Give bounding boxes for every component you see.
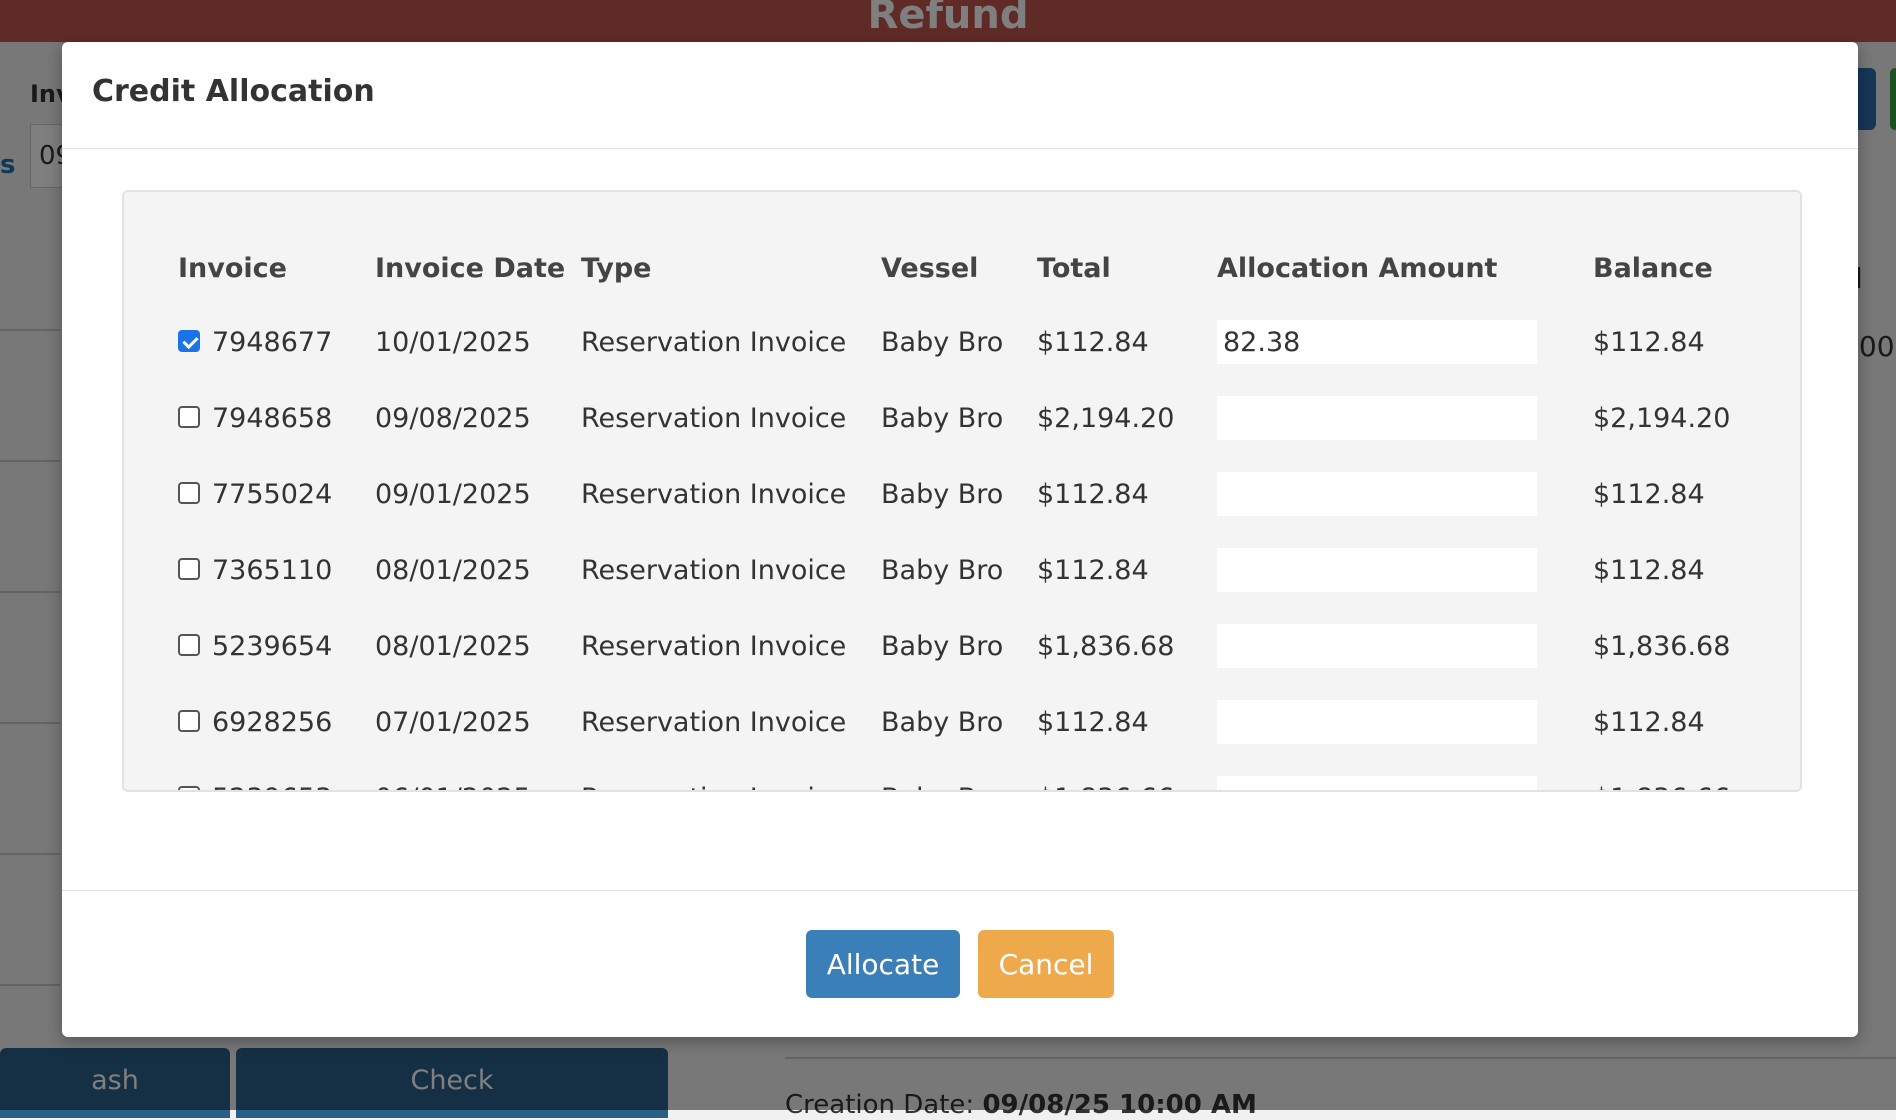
invoice-total: $1,836.66 — [1037, 760, 1217, 791]
allocation-amount-input[interactable] — [1217, 548, 1537, 592]
row-checkbox[interactable] — [178, 406, 200, 428]
invoice-number: 5239654 — [212, 630, 333, 662]
vessel-name: Baby Bro — [881, 478, 1004, 510]
invoice-total: $112.84 — [1037, 478, 1149, 510]
allocation-amount-input[interactable] — [1217, 472, 1537, 516]
invoice-total: $2,194.20 — [1037, 402, 1175, 434]
invoice-type: Reservation Invoice — [581, 760, 881, 791]
allocate-button[interactable]: Allocate — [806, 930, 960, 998]
vessel-name: Baby Bro — [881, 326, 1004, 358]
invoice-date: 08/01/2025 — [375, 630, 531, 662]
invoice-type: Reservation Invoice — [581, 706, 847, 738]
vessel-name: Baby Bro — [881, 554, 1004, 586]
invoice-total: $112.84 — [1037, 326, 1149, 358]
invoice-balance: $2,194.20 — [1593, 402, 1731, 434]
invoice-total: $1,836.68 — [1037, 630, 1175, 662]
row-checkbox[interactable] — [178, 710, 200, 732]
invoice-cell: 7948677 — [178, 304, 375, 380]
invoice-date: 08/01/2025 — [375, 554, 531, 586]
table-row: 6928256 07/01/2025 Reservation Invoice Baby… — [178, 684, 1753, 760]
vessel-name: Baby Bro — [881, 630, 1004, 662]
invoice-number: 5239653 — [212, 783, 332, 791]
row-checkbox[interactable] — [178, 482, 200, 504]
row-checkbox[interactable] — [178, 786, 200, 790]
invoice-cell: 6928256 — [178, 684, 375, 760]
vessel-name: Baby Bro — [881, 760, 1037, 791]
allocation-cell — [1217, 304, 1593, 380]
invoice-number: 7365110 — [212, 554, 333, 586]
invoice-type: Reservation Invoice — [581, 402, 847, 434]
invoice-balance: $112.84 — [1593, 478, 1705, 510]
invoice-date: 09/01/2025 — [375, 478, 531, 510]
invoice-type: Reservation Invoice — [581, 478, 847, 510]
invoice-balance: $112.84 — [1593, 326, 1705, 358]
allocation-cell — [1217, 608, 1593, 684]
row-checkbox[interactable] — [178, 634, 200, 656]
table-row: 7755024 09/01/2025 Reservation Invoice Baby… — [178, 456, 1753, 532]
invoice-number: 6928256 — [212, 706, 333, 738]
column-header-invoice: Invoice — [178, 252, 287, 284]
invoice-number: 7948677 — [212, 326, 333, 358]
invoice-type: Reservation Invoice — [581, 554, 847, 586]
vessel-name: Baby Bro — [881, 706, 1004, 738]
table-row: 5239653 06/01/2025Reservation InvoiceBaby… — [178, 760, 1753, 791]
invoice-table-container[interactable]: Invoice Invoice Date Type Vessel Total A… — [122, 190, 1802, 792]
invoice-balance: $112.84 — [1593, 554, 1705, 586]
table-row: 7948658 09/08/2025 Reservation Invoice Baby… — [178, 380, 1753, 456]
invoice-type: Reservation Invoice — [581, 630, 847, 662]
allocation-amount-input[interactable] — [1217, 776, 1537, 790]
column-header-type: Type — [581, 252, 652, 284]
vessel-name: Baby Bro — [881, 402, 1004, 434]
invoice-date: 10/01/2025 — [375, 326, 531, 358]
allocation-amount-input[interactable] — [1217, 320, 1537, 364]
invoice-balance: $112.84 — [1593, 706, 1705, 738]
allocation-amount-input[interactable] — [1217, 624, 1537, 668]
invoice-cell: 7755024 — [178, 456, 375, 532]
divider — [62, 148, 1858, 149]
credit-allocation-modal: Credit Allocation Invoice Invoice Date T… — [62, 42, 1858, 1037]
table-row: 7948677 10/01/2025 Reservation Invoice Baby… — [178, 304, 1753, 380]
allocation-cell — [1217, 532, 1593, 608]
divider — [62, 890, 1858, 891]
row-checkbox[interactable] — [178, 330, 200, 352]
column-header-invoice-date: Invoice Date — [375, 252, 566, 284]
invoice-total: $112.84 — [1037, 706, 1149, 738]
invoice-date: 06/01/2025 — [375, 760, 581, 791]
column-header-vessel: Vessel — [881, 252, 979, 284]
invoice-cell: 7365110 — [178, 532, 375, 608]
row-checkbox[interactable] — [178, 558, 200, 580]
invoice-total: $112.84 — [1037, 554, 1149, 586]
invoice-table: Invoice Invoice Date Type Vessel Total A… — [178, 232, 1753, 791]
invoice-date: 09/08/2025 — [375, 402, 531, 434]
allocation-cell — [1217, 456, 1593, 532]
allocation-cell — [1217, 760, 1593, 790]
invoice-cell: 5239653 — [178, 760, 375, 791]
allocation-cell — [1217, 684, 1593, 760]
column-header-total: Total — [1037, 252, 1111, 284]
allocation-amount-input[interactable] — [1217, 396, 1537, 440]
allocation-cell — [1217, 380, 1593, 456]
column-header-balance: Balance — [1593, 252, 1713, 284]
invoice-balance: $1,836.68 — [1593, 630, 1731, 662]
table-row: 5239654 08/01/2025 Reservation Invoice Baby… — [178, 608, 1753, 684]
modal-title: Credit Allocation — [92, 74, 375, 109]
cancel-button[interactable]: Cancel — [978, 930, 1114, 998]
invoice-balance: $1,836.66 — [1593, 760, 1753, 791]
table-row: 7365110 08/01/2025 Reservation Invoice Baby… — [178, 532, 1753, 608]
invoice-cell: 5239654 — [178, 608, 375, 684]
allocation-amount-input[interactable] — [1217, 700, 1537, 744]
table-header-row: Invoice Invoice Date Type Vessel Total A… — [178, 232, 1753, 304]
invoice-date: 07/01/2025 — [375, 706, 531, 738]
column-header-allocation-amount: Allocation Amount — [1217, 252, 1498, 284]
invoice-number: 7948658 — [212, 402, 333, 434]
invoice-cell: 7948658 — [178, 380, 375, 456]
invoice-type: Reservation Invoice — [581, 326, 847, 358]
invoice-number: 7755024 — [212, 478, 333, 510]
